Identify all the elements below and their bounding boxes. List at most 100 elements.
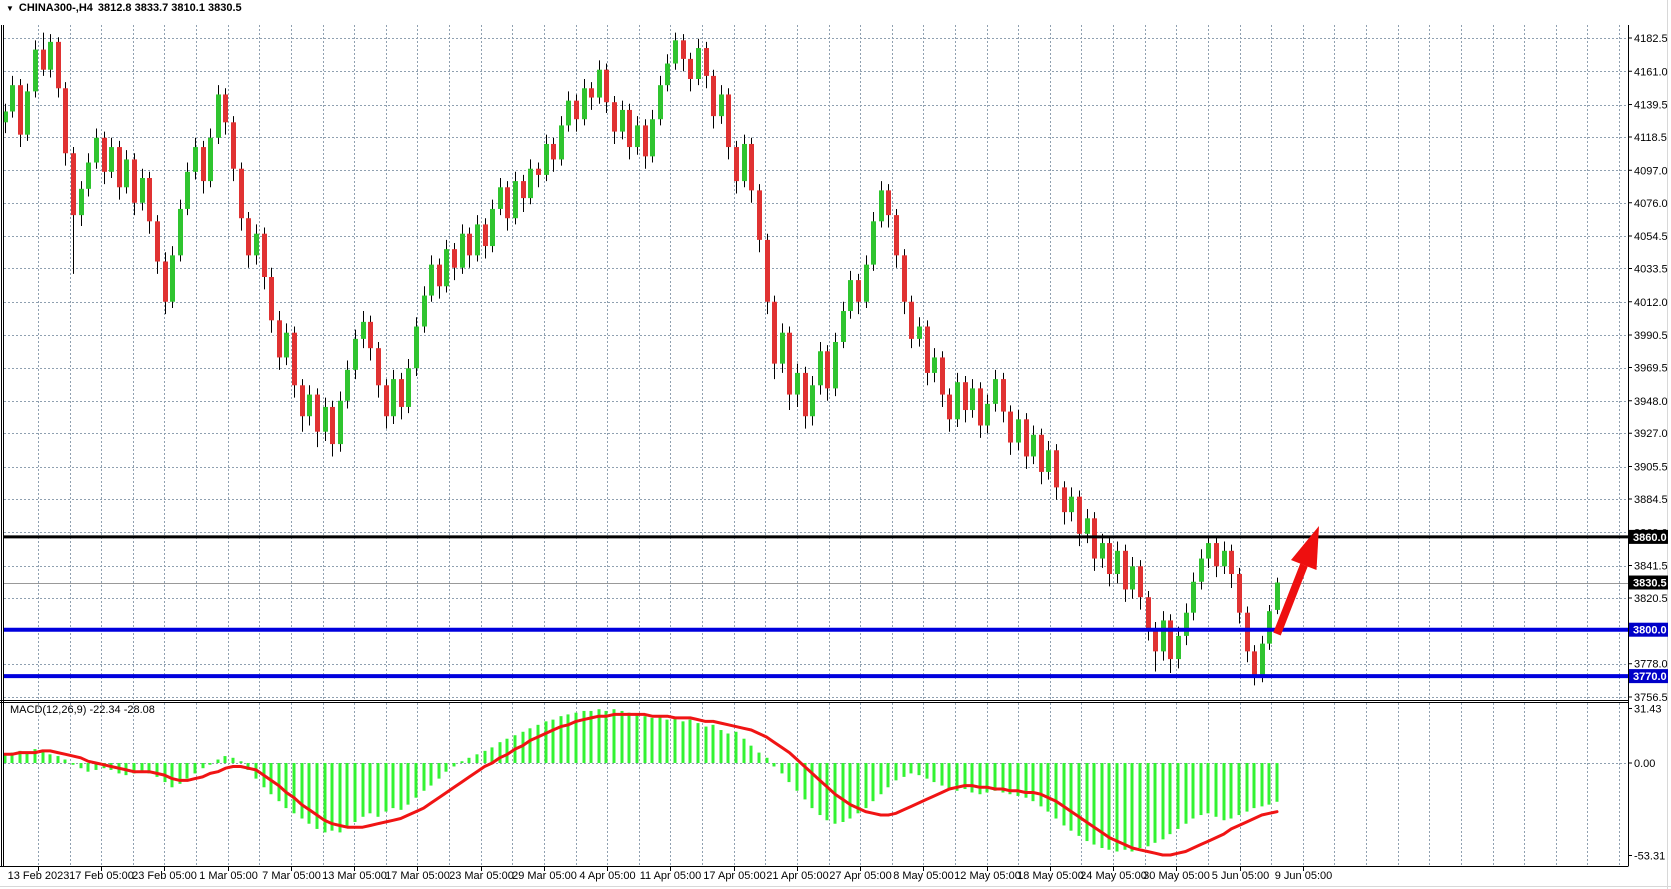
candle-up [48, 42, 53, 70]
candle-down [1062, 487, 1067, 512]
candles [3, 33, 1280, 686]
price-axis-label: 3820.5 [1634, 593, 1668, 605]
candle-down [894, 215, 899, 255]
candle-up [1085, 518, 1090, 533]
candle-up [582, 88, 587, 119]
candle-up [25, 91, 30, 134]
candle-down [231, 122, 236, 168]
price-axis-label: 3884.5 [1634, 494, 1668, 506]
time-axis-label: 23 Feb 05:00 [132, 870, 197, 882]
time-axis-label: 17 Apr 05:00 [703, 870, 765, 882]
candle-up [94, 138, 99, 163]
price-badge-label: 3770.0 [1633, 671, 1667, 683]
chart-frame [0, 25, 1629, 867]
price-axis-label: 4118.5 [1634, 132, 1667, 144]
candle-up [841, 311, 846, 342]
candle-down [589, 88, 594, 97]
candle-down [726, 94, 731, 147]
price-axis-label: 4076.0 [1634, 198, 1668, 210]
candle-up [79, 189, 84, 215]
candle-up [650, 119, 655, 156]
candle-down [711, 76, 716, 116]
candle-up [1267, 611, 1272, 643]
chart-canvas[interactable]: 4182.54161.04139.54118.54097.04076.04054… [0, 0, 1671, 889]
candle-down [787, 333, 792, 395]
price-badge-label: 3860.0 [1633, 532, 1667, 544]
price-axis-label: 3905.5 [1634, 462, 1668, 474]
candle-down [1092, 518, 1097, 558]
time-axis-label: 4 Apr 05:00 [579, 870, 635, 882]
candle-down [704, 48, 709, 76]
candle-down [734, 147, 739, 181]
candle-up [1161, 620, 1166, 651]
candle-down [765, 240, 770, 302]
candle-up [140, 178, 145, 203]
candle-up [955, 382, 960, 419]
candle-up [528, 169, 533, 198]
candle-up [871, 221, 876, 264]
symbol-header: ▼ CHINA300-,H4 3812.8 3833.7 3810.1 3830… [6, 2, 242, 14]
candle-up [1222, 551, 1227, 566]
time-axis-label: 30 May 05:00 [1143, 870, 1210, 882]
candle-up [932, 357, 937, 372]
price-badge-label: 3830.5 [1633, 578, 1667, 590]
time-axis-label: 13 Feb 2023 [8, 870, 70, 882]
candle-up [414, 327, 419, 369]
candle-down [1168, 620, 1173, 659]
chevron-down-icon[interactable]: ▼ [6, 3, 14, 14]
candle-down [41, 50, 46, 70]
time-axis-label: 8 May 05:00 [893, 870, 954, 882]
candle-up [444, 249, 449, 286]
candle-down [902, 255, 907, 301]
price-axis-label: 4139.5 [1634, 100, 1668, 112]
candle-up [429, 265, 434, 296]
candle-down [300, 385, 305, 416]
candle-down [1054, 450, 1059, 487]
candle-down [1146, 597, 1151, 628]
candle-up [513, 181, 518, 218]
candle-down [155, 221, 160, 261]
candle-up [86, 163, 91, 189]
candle-up [780, 333, 785, 364]
candle-down [132, 159, 137, 202]
trend-arrow[interactable] [1277, 526, 1319, 634]
candle-down [483, 224, 488, 246]
candle-up [970, 388, 975, 410]
candle-down [246, 218, 251, 255]
price-axis-label: 3927.0 [1634, 428, 1668, 440]
candle-up [818, 351, 823, 385]
candle-up [109, 147, 114, 172]
macd-axis-label: -53.31 [1634, 850, 1665, 862]
candle-down [1024, 419, 1029, 456]
candle-down [399, 379, 404, 407]
candle-down [368, 322, 373, 348]
candle-down [757, 190, 762, 240]
price-axis-label: 4012.0 [1634, 297, 1668, 309]
candle-up [620, 110, 625, 132]
candle-down [825, 351, 830, 388]
candle-up [10, 85, 15, 111]
candle-down [963, 382, 968, 410]
candle-down [1138, 566, 1143, 597]
candle-up [170, 255, 175, 301]
candle-down [688, 59, 693, 79]
time-axis-label: 7 Mar 05:00 [262, 870, 321, 882]
candle-up [323, 407, 328, 432]
candle-up [665, 64, 670, 86]
price-axis-label: 3948.0 [1634, 396, 1668, 408]
candle-down [1077, 497, 1082, 534]
candle-up [879, 190, 884, 221]
candle-up [917, 327, 922, 339]
price-axis-label: 3778.0 [1634, 659, 1668, 671]
candle-down [63, 88, 68, 153]
price-axis-label: 4182.5 [1634, 33, 1668, 45]
candle-down [1229, 551, 1234, 574]
time-axis-label: 24 May 05:00 [1080, 870, 1147, 882]
time-axis-label: 13 Mar 05:00 [322, 870, 387, 882]
candle-up [658, 85, 663, 119]
candle-down [71, 153, 76, 215]
candle-down [1252, 651, 1257, 674]
candle-up [33, 50, 38, 92]
candle-down [627, 110, 632, 147]
candle-down [978, 388, 983, 425]
